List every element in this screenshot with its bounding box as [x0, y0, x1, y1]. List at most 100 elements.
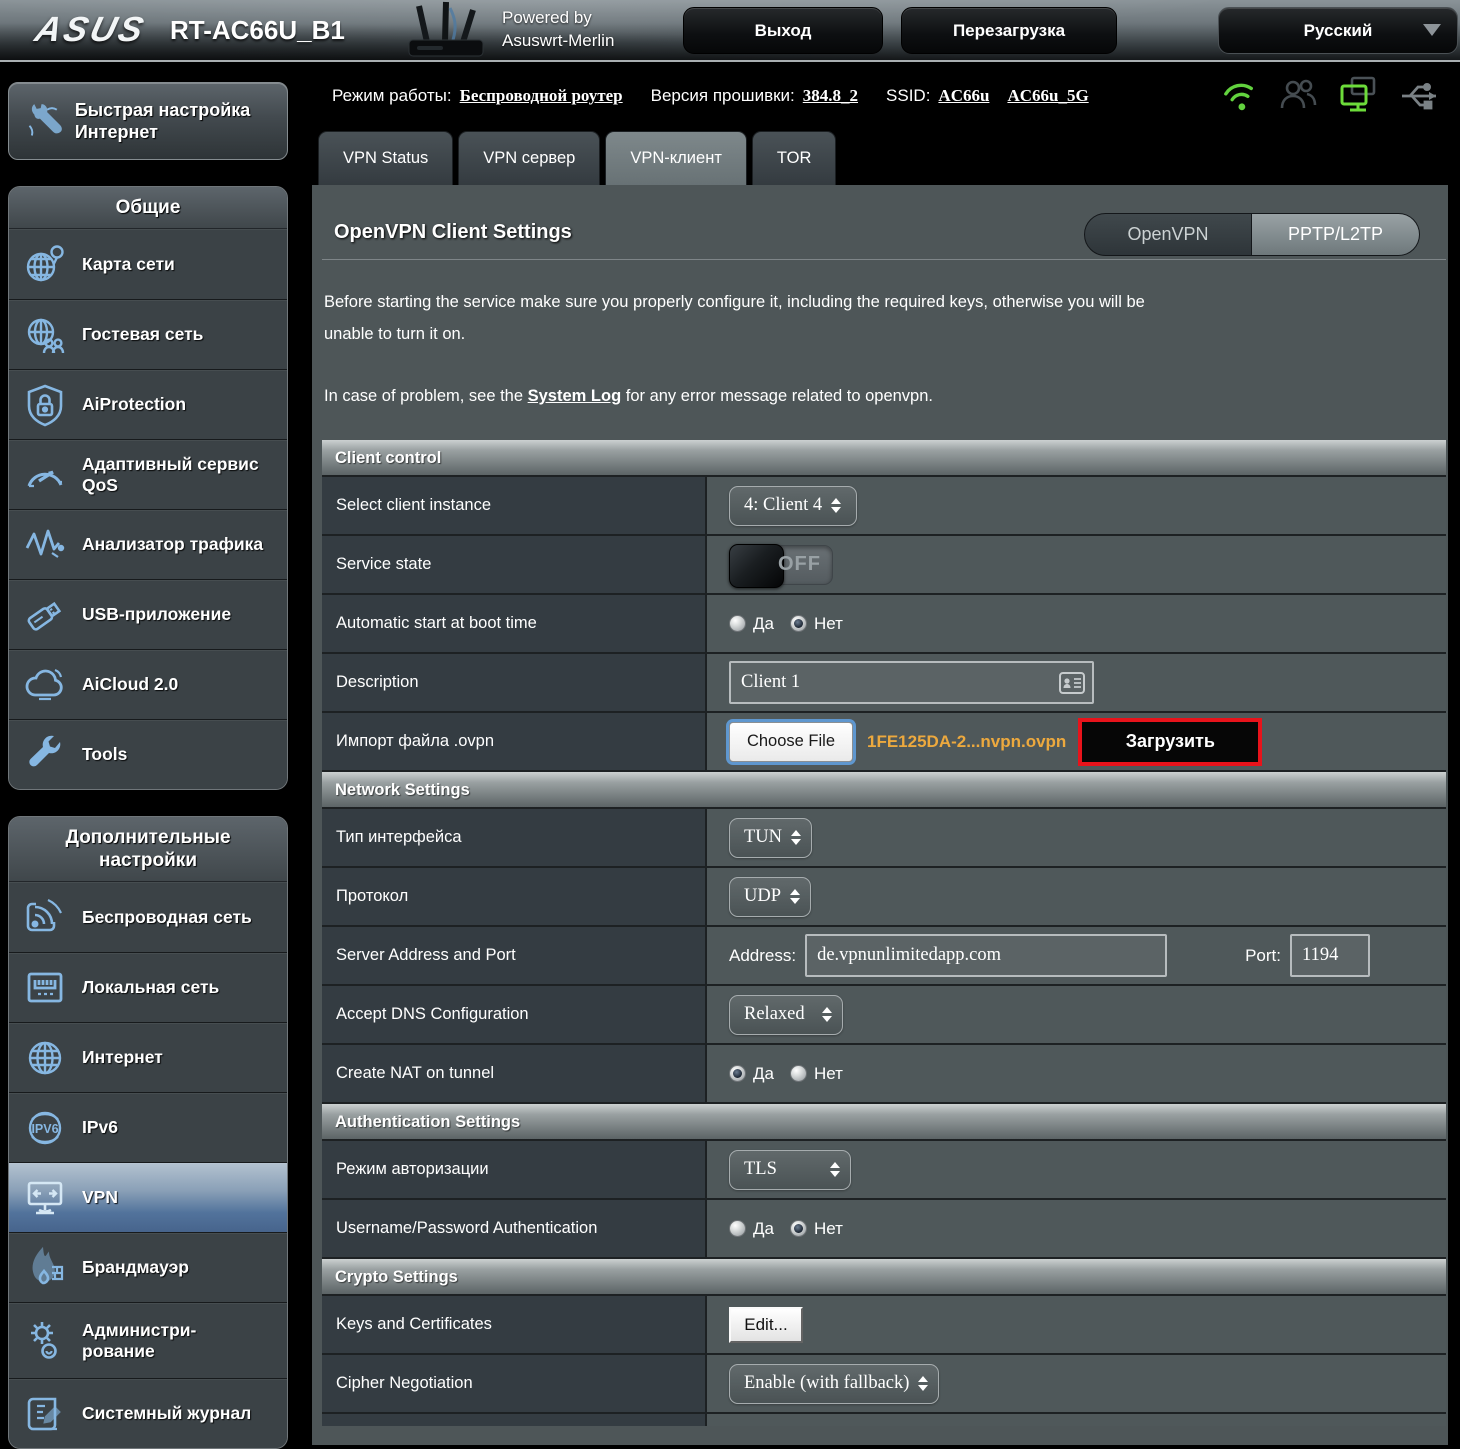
sidebar-item-usb-application[interactable]: USB-приложение [9, 579, 287, 649]
radio-label: Нет [813, 1218, 843, 1238]
sidebar-item-network-map[interactable]: Карта сети [9, 229, 287, 299]
traffic-analyzer-icon [25, 529, 65, 558]
radio-label: Да [753, 1218, 774, 1238]
auth-mode-select[interactable]: TLS [729, 1149, 851, 1190]
status-text: Режим работы: Беспроводной роутер Версия… [332, 62, 1097, 130]
row-label: Режим авторизации [322, 1141, 707, 1198]
service-state-toggle[interactable]: OFF [729, 543, 833, 588]
quick-setup-label: Быстрая настройка Интернет [74, 100, 251, 142]
language-selector[interactable]: Русский [1218, 7, 1458, 54]
sidebar-quick-setup-button[interactable]: Быстрая настройка Интернет [8, 82, 288, 160]
usb-application-icon [27, 601, 62, 631]
protocol-value: UDP [744, 886, 782, 906]
userpass-yes-radio[interactable] [729, 1220, 746, 1237]
sidebar-item-aiprotection[interactable]: AiProtection [9, 369, 287, 439]
protocol-select[interactable]: UDP [729, 876, 812, 917]
system-log-link[interactable]: System Log [528, 387, 622, 405]
ssid-5g-link[interactable]: AC66u_5G [1007, 86, 1088, 106]
auto-start-yes-radio[interactable] [729, 615, 746, 632]
sidebar-item-ipv6[interactable]: IPV6 IPv6 [9, 1092, 287, 1162]
sidebar-item-guest-network[interactable]: Гостевая сеть [9, 299, 287, 369]
nat-yes-radio[interactable] [729, 1065, 746, 1082]
lan-icon [27, 972, 63, 1002]
section-header: Crypto Settings [322, 1259, 1446, 1296]
sidebar-item-aicloud[interactable]: AiCloud 2.0 [9, 649, 287, 719]
table-row: Description [322, 654, 1446, 713]
sidebar-item-wireless[interactable]: Беспроводная сеть [9, 882, 287, 952]
internet-icon [28, 1041, 62, 1074]
sidebar-item-tools[interactable]: Tools [9, 719, 287, 789]
choose-file-button[interactable]: Choose File [729, 721, 853, 762]
vpn-type-switch: OpenVPN PPTP/L2TP [1084, 213, 1420, 256]
description-input[interactable] [729, 661, 1094, 704]
sidebar-item-label: Адаптивный сервис QoS [82, 453, 259, 495]
radio-label: Да [753, 613, 774, 633]
radio-label: Нет [813, 613, 843, 633]
row-label: Импорт файла .ovpn [322, 713, 707, 770]
ssid-24g-link[interactable]: AC66u [938, 86, 989, 106]
server-address-input[interactable] [805, 934, 1168, 977]
mode-label: Режим работы: [332, 86, 452, 105]
aiprotection-icon [27, 384, 63, 426]
cipher-negotiation-select[interactable]: Enable (with fallback) [729, 1363, 940, 1404]
tab-vpn-server[interactable]: VPN сервер [458, 131, 601, 185]
crypto-settings-table: Crypto Settings Keys and Certificates Ed… [322, 1259, 1446, 1426]
tab-vpn-status[interactable]: VPN Status [318, 131, 454, 185]
sidebar-item-vpn[interactable]: VPN [9, 1162, 287, 1232]
table-row: Select client instance 4: Client 4 [322, 477, 1446, 536]
sidebar-item-label: Администри- рование [82, 1319, 197, 1361]
table-row: Cipher Negotiation Enable (with fallback… [322, 1355, 1446, 1414]
openvpn-tab-button[interactable]: OpenVPN [1084, 213, 1252, 256]
row-label: Протокол [322, 868, 707, 925]
section-header: Client control [322, 440, 1446, 477]
mode-link[interactable]: Беспроводной роутер [460, 86, 623, 106]
wifi-icon[interactable] [1220, 74, 1260, 118]
tab-vpn-client[interactable]: VPN-клиент [605, 131, 747, 185]
sidebar-item-label: Брандмауэр [82, 1257, 189, 1277]
interface-type-select[interactable]: TUN [729, 817, 813, 858]
select-arrows-icon [822, 1007, 832, 1022]
qos-icon [27, 470, 63, 487]
powered-by: Powered by Asuswrt-Merlin [502, 8, 615, 50]
server-port-input[interactable] [1290, 934, 1370, 977]
table-row: Импорт файла .ovpn Choose File 1FE125DA-… [322, 713, 1446, 772]
upload-ovpn-button[interactable]: Загрузить [1078, 717, 1263, 766]
status-icons [1220, 74, 1444, 118]
logout-button[interactable]: Выход [683, 7, 883, 54]
tab-tor[interactable]: TOR [751, 131, 837, 185]
lan-devices-icon[interactable] [1336, 74, 1382, 118]
nat-no-radio[interactable] [789, 1065, 807, 1082]
sidebar-item-traffic-analyzer[interactable]: Анализатор трафика [9, 509, 287, 579]
select-arrows-icon [831, 498, 842, 513]
sidebar-item-label: IPv6 [82, 1117, 118, 1137]
client-list-icon[interactable] [1059, 671, 1085, 694]
sidebar-item-internet[interactable]: Интернет [9, 1022, 287, 1092]
sidebar-item-administration[interactable]: Администри- рование [9, 1302, 287, 1378]
clients-icon[interactable] [1276, 74, 1320, 118]
radio-label: Нет [813, 1063, 843, 1083]
address-label: Address: [729, 945, 797, 965]
reboot-button[interactable]: Перезагрузка [901, 7, 1117, 54]
port-label: Port: [1245, 945, 1281, 965]
sidebar-item-qos[interactable]: Адаптивный сервис QoS [9, 439, 287, 509]
table-row-partial [322, 1414, 1446, 1426]
edit-keys-button[interactable]: Edit... [729, 1306, 803, 1343]
section-header: Network Settings [322, 772, 1446, 809]
sidebar-item-firewall[interactable]: Брандмауэр [9, 1232, 287, 1302]
sidebar-item-lan[interactable]: Локальная сеть [9, 952, 287, 1022]
usb-icon[interactable] [1398, 74, 1444, 118]
client-instance-select[interactable]: 4: Client 4 [729, 485, 857, 526]
sidebar: Быстрая настройка Интернет Общие Карта с… [8, 82, 288, 1449]
accept-dns-select[interactable]: Relaxed [729, 994, 843, 1035]
table-row: Server Address and Port Address: Port: [322, 927, 1446, 986]
firmware-link[interactable]: 384.8_2 [803, 86, 858, 106]
table-row: Username/Password Authentication Да Нет [322, 1200, 1446, 1259]
row-label: Description [322, 654, 707, 711]
tools-icon [29, 735, 61, 766]
pptp-l2tp-tab-button[interactable]: PPTP/L2TP [1252, 213, 1420, 256]
quick-setup-icon [28, 104, 62, 136]
aicloud-icon [25, 668, 63, 700]
auto-start-no-radio[interactable] [789, 615, 807, 632]
main-panel: OpenVPN PPTP/L2TP OpenVPN Client Setting… [312, 185, 1448, 1445]
userpass-no-radio[interactable] [789, 1220, 807, 1237]
